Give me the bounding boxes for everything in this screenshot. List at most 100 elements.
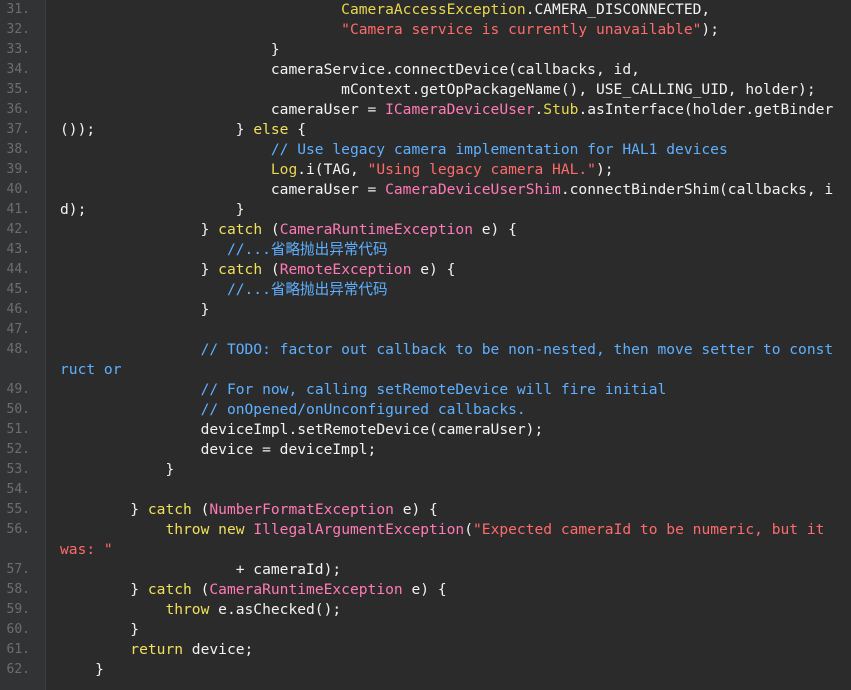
line-number: 48. — [6, 342, 30, 357]
code-line[interactable]: 39. Log.i(TAG, "Using legacy camera HAL.… — [0, 160, 851, 180]
line-number: 33. — [6, 42, 30, 57]
token-plain: device; — [183, 641, 254, 658]
code-text: } — [60, 300, 837, 320]
token-plain: } — [60, 121, 254, 138]
code-line[interactable]: 53. } — [0, 460, 851, 480]
code-text: deviceImpl.setRemoteDevice(cameraUser); — [60, 420, 837, 440]
code-line[interactable]: 46. } — [0, 300, 851, 320]
code-line[interactable]: 49. // For now, calling setRemoteDevice … — [0, 380, 851, 400]
code-text: } — [60, 660, 837, 680]
token-plain: cameraUser = — [60, 181, 386, 198]
code-text: CameraAccessException.CAMERA_DISCONNECTE… — [60, 0, 837, 20]
token-plain: e) { — [393, 501, 438, 518]
code-line[interactable]: 47. — [0, 320, 851, 340]
code-editor[interactable]: 31. CameraAccessException.CAMERA_DISCONN… — [0, 0, 851, 690]
code-line[interactable]: 48. // TODO: factor out callback to be n… — [0, 340, 851, 380]
code-text: cameraService.connectDevice(callbacks, i… — [60, 60, 837, 80]
line-number: 42. — [6, 222, 30, 237]
code-line[interactable]: 54. — [0, 480, 851, 500]
code-text: } catch (NumberFormatException e) { — [60, 500, 837, 520]
code-line[interactable]: 45. //...省略抛出异常代码 — [0, 280, 851, 300]
token-plain: .i(TAG, — [297, 161, 368, 178]
code-line[interactable]: 33. } — [0, 40, 851, 60]
code-line[interactable]: 40. cameraUser = CameraDeviceUserShim.co… — [0, 180, 851, 218]
token-plain: } — [60, 461, 175, 478]
code-line[interactable]: 36. cameraUser = ICameraDeviceUser.Stub.… — [0, 100, 851, 138]
code-text: device = deviceImpl; — [60, 440, 837, 460]
code-text: //...省略抛出异常代码 — [60, 280, 837, 300]
code-line[interactable]: 32. "Camera service is currently unavail… — [0, 20, 851, 40]
code-text: Log.i(TAG, "Using legacy camera HAL."); — [60, 160, 837, 180]
code-line[interactable]: 59. throw e.asChecked(); — [0, 600, 851, 620]
code-text: + cameraId); — [60, 560, 837, 580]
code-text: throw e.asChecked(); — [60, 600, 837, 620]
token-comment: //...省略抛出异常代码 — [226, 281, 388, 298]
line-number: 60. — [6, 622, 30, 637]
code-line[interactable]: 56. throw new IllegalArgumentException("… — [0, 520, 851, 560]
code-text: } catch (CameraRuntimeException e) { — [60, 220, 837, 240]
token-plain: e) { — [472, 221, 517, 238]
line-number: 58. — [6, 582, 30, 597]
code-line[interactable]: 44. } catch (RemoteException e) { — [0, 260, 851, 280]
token-plain: { — [288, 121, 307, 138]
line-number: 40. — [6, 182, 30, 197]
token-plain: device = deviceImpl; — [60, 441, 377, 458]
token-plain: .CAMERA_DISCONNECTED, — [525, 1, 711, 18]
token-plain: ); — [595, 161, 614, 178]
code-line[interactable]: 52. device = deviceImpl; — [0, 440, 851, 460]
token-keyword: catch — [147, 581, 192, 598]
line-number: 56. — [6, 522, 30, 537]
token-plain: } — [60, 581, 148, 598]
code-text: // Use legacy camera implementation for … — [60, 140, 837, 160]
code-text: return device; — [60, 640, 837, 660]
line-number: 44. — [6, 262, 30, 277]
token-plain: ( — [191, 501, 210, 518]
token-type: CameraRuntimeException — [279, 221, 473, 238]
line-number: 51. — [6, 422, 30, 437]
code-line[interactable]: 58. } catch (CameraRuntimeException e) { — [0, 580, 851, 600]
code-line[interactable]: 38. // Use legacy camera implementation … — [0, 140, 851, 160]
line-number: 59. — [6, 602, 30, 617]
code-line[interactable]: 41. } — [0, 200, 851, 220]
token-string: "Using legacy camera HAL." — [367, 161, 596, 178]
token-type: IllegalArgumentException — [253, 521, 465, 538]
token-plain: ( — [262, 261, 280, 278]
code-text: // For now, calling setRemoteDevice will… — [60, 380, 837, 400]
line-number: 38. — [6, 142, 30, 157]
token-keyword: catch — [218, 261, 263, 278]
line-number: 52. — [6, 442, 30, 457]
code-text: mContext.getOpPackageName(), USE_CALLING… — [60, 80, 837, 100]
code-line[interactable]: 31. CameraAccessException.CAMERA_DISCONN… — [0, 0, 851, 20]
code-area[interactable]: 31. CameraAccessException.CAMERA_DISCONN… — [0, 0, 851, 690]
code-text: "Camera service is currently unavailable… — [60, 20, 837, 40]
code-text: // onOpened/onUnconfigured callbacks. — [60, 400, 837, 420]
code-line[interactable]: 37. } else { — [0, 120, 851, 140]
code-text: //...省略抛出异常代码 — [60, 240, 837, 260]
code-line[interactable]: 50. // onOpened/onUnconfigured callbacks… — [0, 400, 851, 420]
code-line[interactable]: 34. cameraService.connectDevice(callback… — [0, 60, 851, 80]
code-line[interactable]: 62. } — [0, 660, 851, 680]
code-line[interactable]: 35. mContext.getOpPackageName(), USE_CAL… — [0, 80, 851, 100]
code-line[interactable]: 61. return device; — [0, 640, 851, 660]
token-plain: ); — [701, 21, 719, 38]
code-line[interactable]: 51. deviceImpl.setRemoteDevice(cameraUse… — [0, 420, 851, 440]
line-number: 31. — [6, 2, 30, 17]
line-number: 34. — [6, 62, 30, 77]
code-line[interactable]: 43. //...省略抛出异常代码 — [0, 240, 851, 260]
token-plain: mContext.getOpPackageName(), USE_CALLING… — [60, 81, 816, 98]
code-line[interactable]: 42. } catch (CameraRuntimeException e) { — [0, 220, 851, 240]
code-line[interactable]: 57. + cameraId); — [0, 560, 851, 580]
token-type: CameraDeviceUserShim — [385, 181, 561, 198]
code-line[interactable]: 55. } catch (NumberFormatException e) { — [0, 500, 851, 520]
code-line[interactable]: 60. } — [0, 620, 851, 640]
line-number: 36. — [6, 102, 30, 117]
token-plain: } — [60, 501, 148, 518]
